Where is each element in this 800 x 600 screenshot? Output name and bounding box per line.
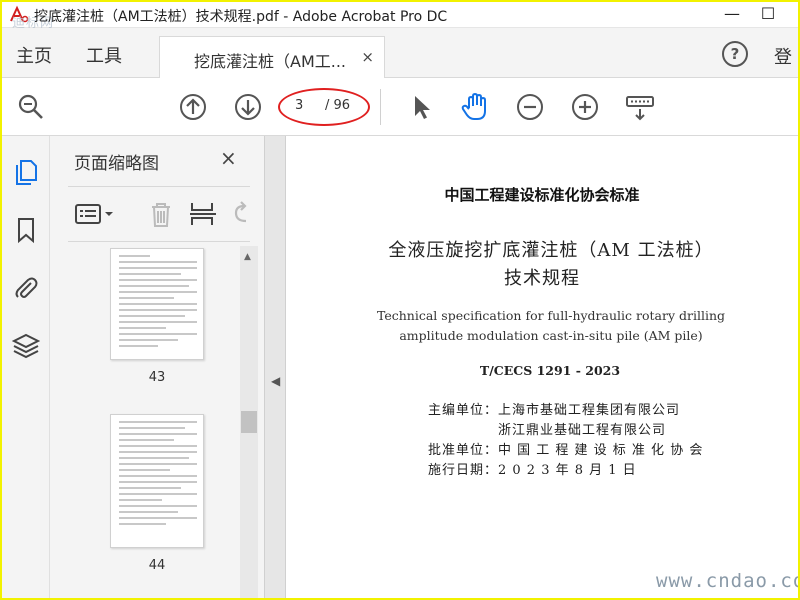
acrobat-window: 迪标网 挖底灌注桩（AM工法桩）技术规程.pdf - Adobe Acrobat… (2, 2, 798, 598)
close-panel-icon[interactable]: × (220, 146, 237, 170)
document-view[interactable]: 中国工程建设标准化协会标准 全液压旋挖扩底灌注桩（AM 工法桩） 技术规程 Te… (286, 136, 798, 598)
red-highlight-ellipse (278, 88, 370, 126)
document-tab-label: 挖底灌注桩（AM工... (194, 52, 347, 71)
tab-home[interactable]: 主页 (16, 42, 52, 68)
window-title: 挖底灌注桩（AM工法桩）技术规程.pdf - Adobe Acrobat Pro… (34, 9, 448, 25)
maximize-button[interactable]: ☐ (756, 4, 780, 26)
title-bar: 迪标网 挖底灌注桩（AM工法桩）技术规程.pdf - Adobe Acrobat… (2, 2, 798, 31)
doc-english-title: Technical specification for full-hydraul… (376, 308, 726, 323)
menu-tab-row: 主页 工具 挖底灌注桩（AM工... × ? 登 (2, 28, 798, 78)
scroll-up-arrow-icon[interactable]: ▲ (244, 252, 251, 262)
editor-unit-2: 浙江鼎业基础工程有限公司 (498, 423, 667, 438)
page-down-icon[interactable] (233, 92, 263, 122)
hand-icon[interactable] (460, 92, 490, 122)
minimize-button[interactable]: — (720, 4, 744, 26)
doc-organization: 中国工程建设标准化协会标准 (444, 186, 640, 204)
document-tab[interactable]: 挖底灌注桩（AM工... × (159, 36, 385, 78)
keyboard-icon[interactable] (625, 92, 655, 122)
zoom-in-icon[interactable] (570, 92, 600, 122)
delete-page-icon[interactable] (146, 199, 176, 229)
effective-date: 2 0 2 3 年 8 月 1 日 (498, 463, 637, 478)
approver-unit: 中 国 工 程 建 设 标 准 化 协 会 (498, 443, 704, 458)
tab-tools[interactable]: 工具 (86, 42, 122, 68)
collapse-arrow-icon[interactable]: ◀ (271, 374, 280, 388)
thumbnail-scrollbar[interactable]: ▲ (240, 246, 258, 598)
doc-english-title-line2: amplitude modulation cast-in-situ pile (… (399, 328, 703, 343)
thumbnail-options-icon[interactable] (74, 199, 116, 229)
bookmark-icon[interactable] (12, 216, 40, 244)
scrollbar-thumb[interactable] (241, 411, 257, 433)
doc-standard-code: T/CECS 1291 - 2023 (479, 363, 621, 378)
editor-label: 主编单位： (428, 403, 499, 418)
rotate-icon[interactable] (228, 199, 250, 229)
page-up-icon[interactable] (178, 92, 208, 122)
split-page-icon[interactable] (188, 199, 218, 229)
left-navigation-rail (2, 136, 50, 598)
doc-title-line2: 技术规程 (504, 268, 580, 289)
panel-collapse-bar[interactable]: ◀ (264, 136, 286, 598)
thumbnail-page-number: 43 (148, 370, 166, 385)
select-cursor-icon[interactable] (406, 92, 436, 122)
pages-icon[interactable] (12, 158, 40, 186)
page-thumbnails-panel: 页面缩略图 × 43 44 ▲ (50, 136, 264, 598)
doc-title: 全液压旋挖扩底灌注桩（AM 工法桩） (388, 240, 714, 261)
thumbnail-page-44[interactable] (110, 414, 204, 548)
thumbnail-page-43[interactable] (110, 248, 204, 360)
zoom-out-icon[interactable] (515, 92, 545, 122)
sign-in-button[interactable]: 登 (774, 43, 792, 69)
toolbar-divider (380, 89, 381, 125)
thumbnail-toolbar (68, 186, 250, 242)
layers-icon[interactable] (11, 332, 41, 360)
watermark-bottom: www.cndao.com (656, 570, 798, 592)
effective-label: 施行日期： (428, 463, 499, 478)
zoom-search-icon[interactable] (16, 92, 46, 122)
panel-title: 页面缩略图 (74, 154, 159, 174)
approver-label: 批准单位： (428, 443, 499, 458)
thumbnail-page-number: 44 (148, 558, 166, 573)
attachment-icon[interactable] (12, 274, 40, 302)
main-toolbar: 3 / 96 (2, 79, 798, 136)
editor-unit-1: 上海市基础工程集团有限公司 (498, 403, 681, 418)
help-icon[interactable]: ? (722, 41, 748, 67)
close-tab-icon[interactable]: × (361, 48, 374, 66)
